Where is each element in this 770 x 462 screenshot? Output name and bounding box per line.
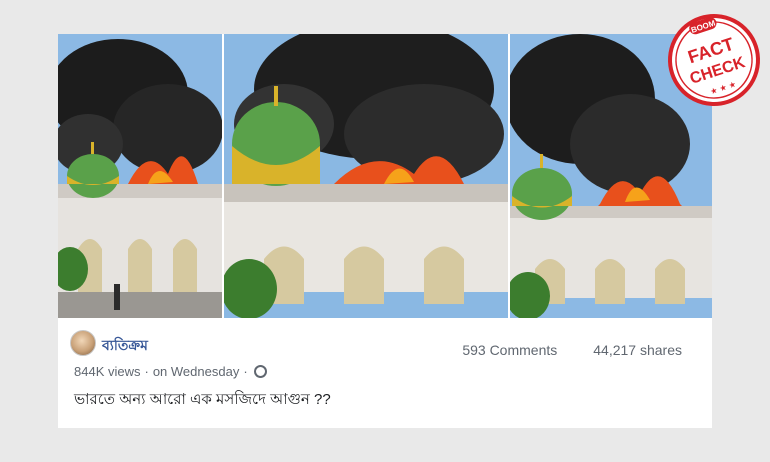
views-count: 844K views <box>74 364 141 379</box>
video-frame-2[interactable] <box>224 34 508 318</box>
meta-separator: · <box>144 364 149 379</box>
mosque-fire-image-2 <box>224 34 508 318</box>
fact-check-stamp: BOOM FACT CHECK ★ ★ ★ <box>664 10 764 110</box>
author-name[interactable]: ব্যতিক্রম <box>102 334 148 358</box>
comments-count[interactable]: 593 Comments <box>462 342 557 358</box>
facebook-post: ব্যতিক্রম 593 Comments 44,217 shares 844… <box>58 318 712 428</box>
video-frame-1[interactable] <box>58 34 222 318</box>
post-caption: ভারতে অন্য আরো এক মসজিদে আগুন ?? <box>74 391 331 408</box>
post-meta: 844K views · on Wednesday · <box>74 364 267 379</box>
meta-separator-2: · <box>243 364 248 379</box>
shares-count[interactable]: 44,217 shares <box>593 342 682 358</box>
author-avatar[interactable] <box>70 330 96 356</box>
mosque-fire-image-1 <box>58 34 222 318</box>
video-frames <box>58 34 712 318</box>
post-date[interactable]: on Wednesday <box>153 364 240 379</box>
stamp-graphic: BOOM FACT CHECK ★ ★ ★ <box>668 14 760 106</box>
fact-check-card: ব্যতিক্রম 593 Comments 44,217 shares 844… <box>58 34 712 428</box>
globe-icon <box>253 365 267 378</box>
post-stats: 593 Comments 44,217 shares <box>462 342 682 358</box>
